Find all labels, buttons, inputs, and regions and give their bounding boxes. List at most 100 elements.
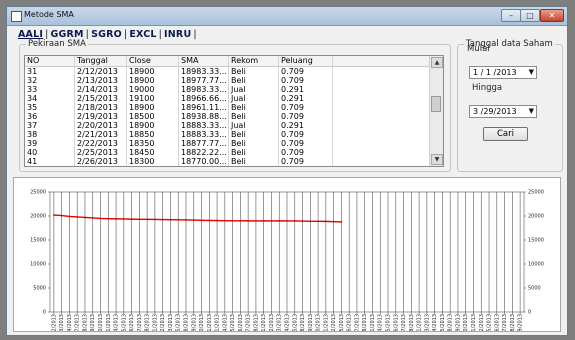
data-point (177, 218, 180, 221)
cell-close: 18900 (127, 121, 179, 130)
x-tick-label: 2/28/2013 (362, 314, 368, 331)
data-point (60, 214, 63, 217)
start-date-picker[interactable]: 1 / 1 /2013 ▼ (469, 66, 537, 79)
cell-no: 37 (25, 121, 75, 130)
cell-close: 18350 (127, 139, 179, 148)
scroll-down-icon[interactable]: ▼ (431, 154, 443, 165)
cari-button[interactable]: Cari (483, 127, 528, 141)
x-tick-label: 1/28/2013 (183, 314, 189, 331)
cell-close: 18300 (127, 157, 179, 166)
cell-blank (333, 85, 429, 94)
data-point (239, 219, 242, 222)
cell-blank (333, 148, 429, 157)
cell-peluang: 0.709 (279, 112, 333, 121)
cell-sma: 18961.11... (179, 103, 229, 112)
x-tick-label: 1/10/2013 (98, 314, 104, 331)
x-tick-label: 3/29/2013 (518, 314, 524, 331)
x-tick-label: 1/2/2013 (51, 314, 57, 331)
sma-table[interactable]: NO Tanggal Close SMA Rekom Peluang 31 2/1… (24, 55, 444, 167)
y-tick-label: 10000 (30, 262, 46, 268)
cell-peluang: 0.291 (279, 85, 333, 94)
column-header-rekom[interactable]: Rekom (229, 56, 279, 66)
cell-sma: 18966.66... (179, 94, 229, 103)
cell-blank (333, 67, 429, 76)
data-point (223, 219, 226, 222)
y-tick-label: 0 (43, 310, 46, 316)
hingga-label: Hingga (472, 83, 503, 93)
x-tick-label: 3/15/2013 (440, 314, 446, 331)
cell-sma: 18883.33... (179, 130, 229, 139)
table-row[interactable]: 37 2/20/2013 18900 18883.33... Jual 0.291 (25, 121, 429, 130)
cell-tanggal: 2/26/2013 (75, 157, 127, 166)
x-tick-label: 1/29/2013 (191, 314, 197, 331)
column-header-tanggal[interactable]: Tanggal (75, 56, 127, 66)
tab-excl[interactable]: EXCL (129, 29, 156, 40)
column-header-close[interactable]: Close (127, 56, 179, 66)
column-header-sma[interactable]: SMA (179, 56, 229, 66)
table-row[interactable]: 32 2/13/2013 18900 18977.77... Beli 0.709 (25, 76, 429, 85)
cell-blank (333, 157, 429, 166)
series-line (53, 214, 342, 223)
x-tick-label: 3/18/2013 (448, 314, 454, 331)
table-row[interactable]: 36 2/19/2013 18500 18938.88... Beli 0.709 (25, 112, 429, 121)
tab-sgro[interactable]: SGRO (91, 29, 122, 40)
x-tick-label: 1/22/2013 (160, 314, 166, 331)
x-tick-label: 2/15/2013 (292, 314, 298, 331)
y-tick-label-right: 20000 (528, 214, 544, 220)
scroll-up-icon[interactable]: ▲ (431, 57, 443, 68)
data-point (138, 218, 141, 221)
data-point (99, 217, 102, 220)
maximize-button[interactable]: □ (520, 9, 540, 22)
x-tick-label: 1/16/2013 (129, 314, 135, 331)
dropdown-arrow-icon[interactable]: ▼ (529, 106, 534, 117)
data-point (185, 219, 187, 221)
column-header-no[interactable]: NO (25, 56, 75, 66)
cell-rekom: Beli (229, 148, 279, 157)
x-tick-label: 2/4/2013 (222, 314, 228, 331)
data-point (107, 217, 110, 220)
cell-sma: 18977.77... (179, 76, 229, 85)
cell-rekom: Beli (229, 67, 279, 76)
y-tick-label-right: 15000 (528, 238, 544, 244)
window-title: Metode SMA (24, 10, 74, 19)
table-row[interactable]: 38 2/21/2013 18850 18883.33... Beli 0.709 (25, 130, 429, 139)
table-row[interactable]: 40 2/25/2013 18450 18822.22... Beli 0.709 (25, 148, 429, 157)
x-tick-label: 2/18/2013 (300, 314, 306, 331)
table-row[interactable]: 39 2/22/2013 18350 18877.77... Beli 0.709 (25, 139, 429, 148)
table-row[interactable]: 33 2/14/2013 19000 18983.33... Jual 0.291 (25, 85, 429, 94)
cell-tanggal: 2/12/2013 (75, 67, 127, 76)
cell-rekom: Jual (229, 94, 279, 103)
dropdown-arrow-icon[interactable]: ▼ (529, 67, 534, 78)
close-button[interactable]: ✕ (540, 9, 564, 22)
cell-close: 18900 (127, 103, 179, 112)
chart-plot: 0 0 5000 5000 10000 10000 15000 15000 20000 20000… (30, 190, 544, 332)
table-row[interactable]: 41 2/26/2013 18300 18770.00... Beli 0.709 (25, 157, 429, 166)
start-date-value: 1 / 1 /2013 (473, 68, 517, 77)
data-point (200, 219, 203, 222)
x-tick-label: 3/4/2013 (378, 314, 384, 331)
data-point (84, 216, 86, 219)
tab-inru[interactable]: INRU (164, 29, 191, 40)
cell-no: 35 (25, 103, 75, 112)
tab-separator: | (123, 29, 128, 40)
table-row[interactable]: 34 2/15/2013 19100 18966.66... Jual 0.291 (25, 94, 429, 103)
column-header-blank (333, 56, 429, 66)
cell-sma: 18983.33... (179, 67, 229, 76)
x-tick-label: 1/23/2013 (168, 314, 174, 331)
cell-tanggal: 2/15/2013 (75, 94, 127, 103)
x-tick-label: 2/7/2013 (246, 314, 252, 331)
x-tick-label: 2/5/2013 (230, 314, 236, 331)
minimize-button[interactable]: – (501, 9, 521, 22)
column-header-peluang[interactable]: Peluang (279, 56, 333, 66)
table-row[interactable]: 31 2/12/2013 18900 18983.33... Beli 0.709 (25, 67, 429, 76)
x-tick-label: 2/14/2013 (285, 314, 291, 331)
cell-no: 38 (25, 130, 75, 139)
x-tick-label: 1/4/2013 (67, 314, 73, 331)
end-date-picker[interactable]: 3 /29/2013 ▼ (469, 105, 537, 118)
table-row[interactable]: 35 2/18/2013 18900 18961.11... Beli 0.709 (25, 103, 429, 112)
y-tick-label-right: 25000 (528, 190, 544, 196)
sma-chart: 0 0 5000 5000 10000 10000 15000 15000 20000 20000… (13, 177, 561, 332)
x-tick-label: 1/25/2013 (176, 314, 182, 331)
table-vertical-scrollbar[interactable]: ▲ ▼ (429, 56, 443, 166)
scroll-thumb[interactable] (431, 96, 441, 112)
